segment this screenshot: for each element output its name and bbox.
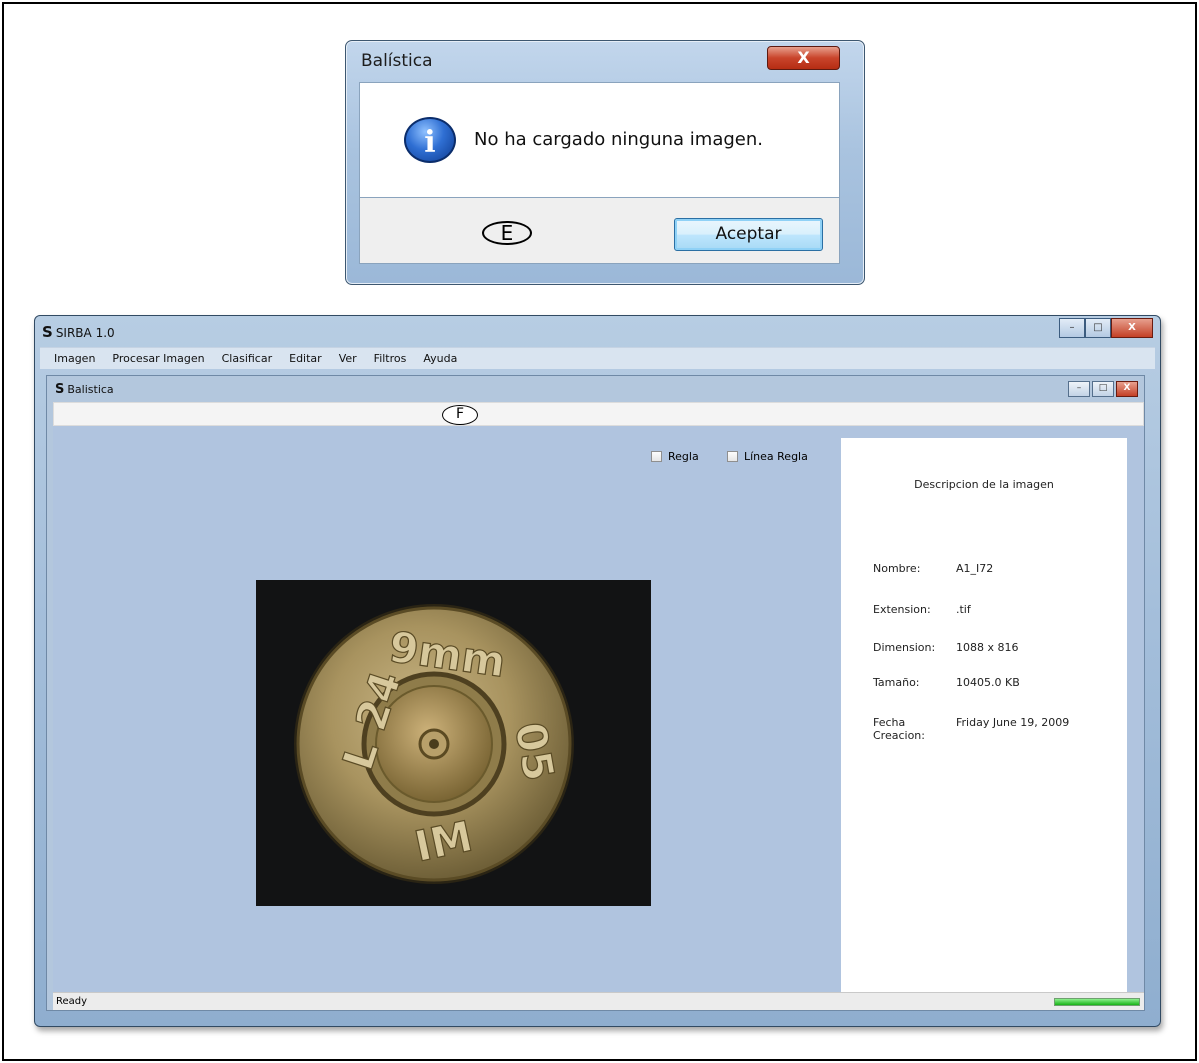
app-logo-icon: S xyxy=(42,323,53,341)
field-label-fecha-creacion: Fecha Creacion: xyxy=(873,716,925,742)
checkbox-linea-regla-label: Línea Regla xyxy=(744,450,808,463)
menu-bar: Imagen Procesar Imagen Clasificar Editar… xyxy=(40,347,1155,369)
callout-e-label: E xyxy=(482,221,532,245)
menu-filtros[interactable]: Filtros xyxy=(374,352,407,365)
checkbox-regla[interactable]: Regla xyxy=(651,450,699,463)
field-label-nombre: Nombre: xyxy=(873,562,921,575)
field-value-fecha-creacion: Friday June 19, 2009 xyxy=(956,716,1070,729)
menu-clasificar[interactable]: Clasificar xyxy=(222,352,273,365)
field-label-dimension: Dimension: xyxy=(873,641,936,654)
stamp-right: 05 xyxy=(505,719,563,785)
main-window: S SIRBA 1.0 – □ X Imagen Procesar Imagen … xyxy=(34,315,1161,1027)
progress-bar xyxy=(1054,998,1140,1006)
progress-fill xyxy=(1055,999,1139,1005)
description-heading: Descripcion de la imagen xyxy=(914,478,1054,491)
child-close-button[interactable]: X xyxy=(1116,381,1138,397)
checkbox-box[interactable] xyxy=(651,451,662,462)
minimize-button[interactable]: – xyxy=(1059,318,1085,338)
menu-ayuda[interactable]: Ayuda xyxy=(423,352,457,365)
dialog-title: Balística xyxy=(361,51,433,71)
checkbox-box[interactable] xyxy=(727,451,738,462)
child-minimize-button[interactable]: – xyxy=(1068,381,1090,397)
toolbar-strip: F xyxy=(53,402,1144,426)
field-label-tamano: Tamaño: xyxy=(873,676,920,689)
child-title-text: Balistica xyxy=(67,383,114,396)
child-logo-icon: S xyxy=(55,382,65,397)
status-bar: Ready xyxy=(53,992,1144,1010)
menu-editar[interactable]: Editar xyxy=(289,352,322,365)
image-description-panel: Descripcion de la imagen Nombre: A1_I72 … xyxy=(841,438,1127,994)
field-label-extension: Extension: xyxy=(873,603,931,616)
child-window-controls: – □ X xyxy=(1066,381,1138,397)
child-window-balistica: S Balistica – □ X F Regla Línea Regla 9m… xyxy=(46,375,1145,1011)
cartridge-image[interactable]: 9mm L 24 05 IM xyxy=(256,580,651,906)
maximize-button[interactable]: □ xyxy=(1085,318,1111,338)
child-maximize-button[interactable]: □ xyxy=(1092,381,1114,397)
app-title: S SIRBA 1.0 xyxy=(42,323,115,341)
app-title-text: SIRBA 1.0 xyxy=(55,326,115,340)
close-button[interactable]: X xyxy=(1111,318,1153,338)
menu-imagen[interactable]: Imagen xyxy=(54,352,95,365)
field-value-nombre: A1_I72 xyxy=(956,562,994,575)
dialog-close-button[interactable]: X xyxy=(767,46,840,70)
info-icon: i xyxy=(404,117,456,163)
menu-procesar-imagen[interactable]: Procesar Imagen xyxy=(112,352,204,365)
field-value-extension: .tif xyxy=(956,603,971,616)
accept-button[interactable]: Aceptar xyxy=(674,218,823,251)
checkbox-linea-regla[interactable]: Línea Regla xyxy=(727,450,808,463)
window-controls: – □ X xyxy=(1059,318,1153,338)
callout-f-label: F xyxy=(442,405,478,425)
field-value-dimension: 1088 x 816 xyxy=(956,641,1019,654)
field-value-tamano: 10405.0 KB xyxy=(956,676,1020,689)
checkbox-regla-label: Regla xyxy=(668,450,699,463)
cartridge-base-image: 9mm L 24 05 IM xyxy=(294,604,574,884)
menu-ver[interactable]: Ver xyxy=(339,352,357,365)
dialog-message: No ha cargado ninguna imagen. xyxy=(474,129,763,150)
status-text: Ready xyxy=(56,996,88,1007)
child-title: S Balistica xyxy=(55,382,114,397)
